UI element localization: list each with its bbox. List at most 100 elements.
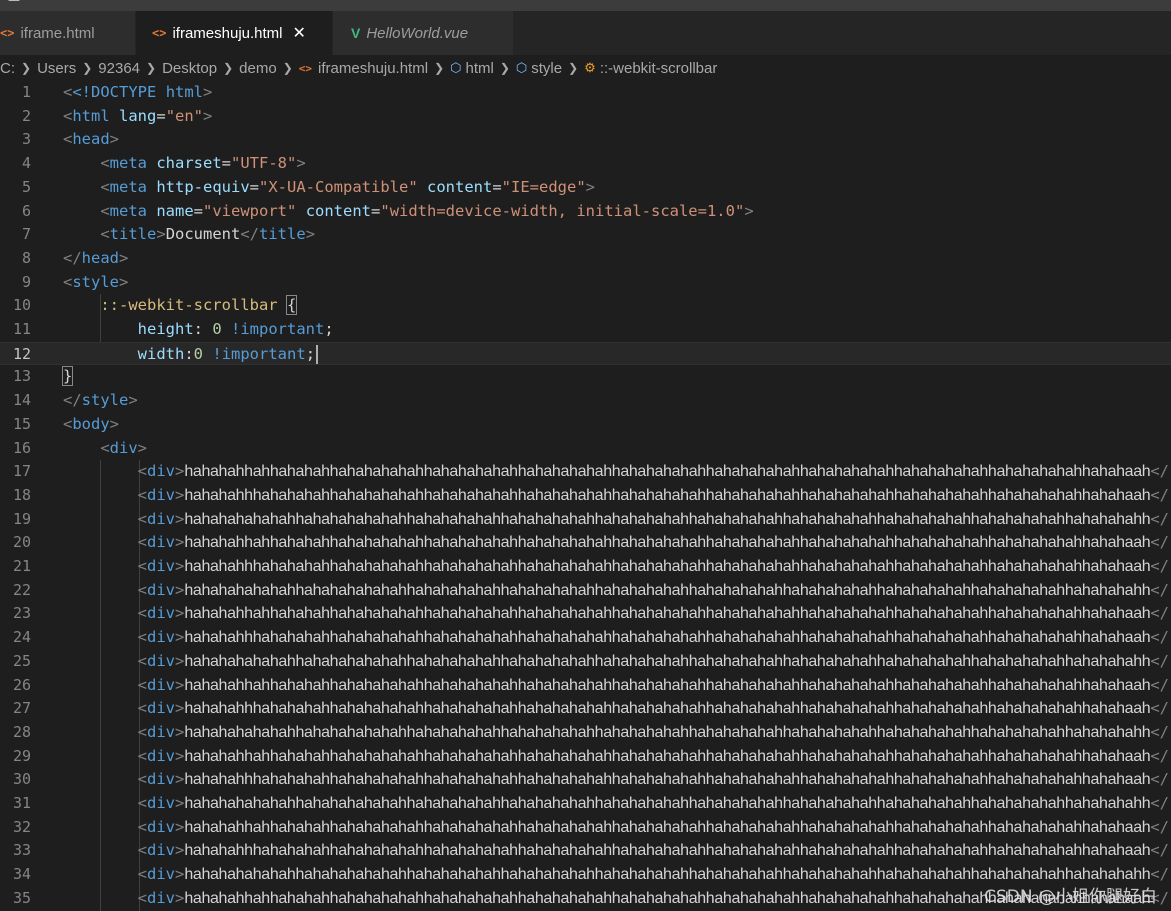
code-line: 21 <div>hahahahhhahahahahhahahahahahhaha… (0, 555, 1171, 579)
code-text: </head> (63, 248, 129, 267)
tab-label: iframe.html (20, 24, 95, 42)
code-text: <style> (63, 272, 129, 291)
code-text: <title>Document</title> (100, 225, 316, 244)
code-text: <body> (63, 414, 120, 433)
code-text: <div>hahahahhhahahahahhahahahahahhahahah… (137, 841, 1169, 860)
code-text: <div>hahahahhahhahahahhahahahahahhahahah… (137, 746, 1169, 765)
code-line: 25 <div>hahahahahahahhahahahahahahhahaha… (0, 650, 1171, 674)
code-line: 6 <meta name="viewport" content="width=d… (0, 200, 1171, 224)
breadcrumb-item[interactable]: Users (37, 60, 76, 77)
line-number: 3 (21, 130, 31, 149)
code-line: 1 <<!DOCTYPE html> (0, 81, 1171, 105)
code-line: 27 <div>hahahahhhahahahahhahahahahahhaha… (0, 697, 1171, 721)
tab-label: iframeshuju.html (172, 24, 283, 42)
chevron-right-icon: ❯ (82, 61, 93, 75)
code-text: ::-webkit-scrollbar { (100, 295, 298, 316)
line-number: 6 (21, 201, 31, 220)
line-number: 10 (12, 296, 31, 315)
text-cursor (316, 344, 319, 364)
vue-file-icon: V (351, 25, 361, 41)
code-line: 13} (0, 365, 1171, 389)
code-text: <meta charset="UTF-8"> (100, 154, 306, 173)
code-line: 8 </head> (0, 247, 1171, 271)
chevron-right-icon: ❯ (499, 61, 510, 75)
html-file-icon: <> (298, 61, 313, 75)
code-text: height: 0 !important; (137, 320, 334, 338)
title-bar: — (0, 0, 1171, 11)
code-text: <div>hahahahahahahhahahahahahahhahahahah… (137, 794, 1169, 812)
line-number: 1 (21, 83, 31, 101)
breadcrumb-item[interactable]: iframeshuju.html (318, 60, 428, 77)
cube-icon: ⬡ (515, 60, 528, 75)
breadcrumb-item[interactable]: html (465, 60, 493, 77)
symbol-icon: ⚙ (584, 60, 596, 75)
chevron-right-icon: ❯ (223, 61, 234, 75)
breadcrumb-item[interactable]: ::-webkit-scrollbar (600, 60, 718, 77)
code-text: <meta name="viewport" content="width=dev… (100, 201, 754, 220)
code-text: <head> (63, 130, 120, 149)
line-number: 28 (12, 722, 31, 741)
chevron-right-icon: ❯ (146, 61, 157, 75)
code-line: 26 <div>hahahahhahhahahahhahahahahahhaha… (0, 674, 1171, 698)
line-number: 13 (12, 367, 31, 386)
code-text: <meta http-equiv="X-UA-Compatible" conte… (100, 177, 596, 196)
line-number: 22 (12, 580, 31, 599)
line-number: 15 (12, 414, 31, 433)
code-text: <<!DOCTYPE html> (63, 83, 213, 101)
code-line: 22 <div>hahahahahahahhahahahahahahhahaha… (0, 579, 1171, 603)
code-text: </style> (63, 391, 138, 410)
code-text: <div>hahahahahahahhahahahahahahhahahahah… (137, 651, 1169, 670)
chevron-right-icon: ❯ (21, 61, 32, 75)
line-number: 33 (12, 841, 31, 860)
line-number: 2 (21, 106, 31, 125)
breadcrumb-item[interactable]: style (531, 60, 562, 77)
code-text: <div>hahahahhhahahahahhahahahahahhahahah… (137, 485, 1169, 504)
code-editor[interactable]: 1 <<!DOCTYPE html> 2 <html lang="en"> 3 <he… (0, 81, 1171, 911)
line-number: 26 (12, 675, 31, 694)
line-number: 14 (12, 391, 31, 410)
code-line: 16 <div> (0, 437, 1171, 461)
code-text: <html lang="en"> (63, 106, 213, 125)
chevron-right-icon: ❯ (282, 61, 293, 75)
tab-bar: <> iframe.html <> iframeshuju.html ✕ V H… (0, 11, 1171, 55)
code-line-current: 12 width:0 !important; (0, 341, 1171, 366)
code-line: 30 <div>hahahahhhahahahahhahahahahahhaha… (0, 768, 1171, 792)
code-text: <div>hahahahhhahahahahhahahahahahhahahah… (137, 770, 1169, 789)
tab-label: HelloWorld.vue (366, 24, 469, 42)
code-line: 10 ::-webkit-scrollbar { (0, 294, 1171, 318)
breadcrumb-item[interactable]: demo (239, 60, 277, 77)
line-number: 4 (21, 154, 31, 173)
code-text: <div>hahahahhahhahahahhahahahahahhahahah… (137, 533, 1169, 552)
code-line: 20 <div>hahahahhahhahahahhahahahahahhaha… (0, 531, 1171, 555)
code-line: 23 <div>hahahahhahhahahahhahahahahahhaha… (0, 602, 1171, 626)
code-text: <div>hahahahhhahahahahhahahahahahhahahah… (137, 628, 1169, 647)
code-line: 4 <meta charset="UTF-8"> (0, 152, 1171, 176)
tab-iframe-html[interactable]: <> iframe.html (0, 11, 135, 55)
chevron-right-icon: ❯ (434, 61, 445, 75)
code-text: <div>hahahahhahhahahahhahahahahahhahahah… (137, 462, 1169, 481)
cube-icon: ⬡ (450, 60, 462, 75)
line-number: 32 (12, 817, 31, 836)
line-number: 27 (12, 699, 31, 718)
code-text: <div>hahahahhahhahahahhahahahahahhahahah… (137, 675, 1169, 694)
breadcrumb-item[interactable]: C: (0, 60, 15, 77)
tab-iframeshuju-html[interactable]: <> iframeshuju.html ✕ (136, 11, 332, 55)
code-line: 15 <body> (0, 413, 1171, 437)
code-line: 3 <head> (0, 128, 1171, 152)
line-number: 5 (21, 177, 31, 196)
line-number: 17 (12, 462, 31, 481)
close-icon[interactable]: ✕ (293, 23, 306, 43)
line-number: 24 (12, 628, 31, 647)
breadcrumb-item[interactable]: 92364 (98, 60, 140, 77)
line-number: 20 (12, 533, 31, 552)
line-number: 21 (12, 557, 31, 575)
line-number: 29 (12, 746, 31, 765)
watermark: CSDN @小姐你腿好白 (984, 887, 1157, 907)
code-line: 5 <meta http-equiv="X-UA-Compatible" con… (0, 176, 1171, 200)
chevron-right-icon: ❯ (568, 61, 579, 75)
line-number: 19 (12, 509, 31, 528)
line-number: 18 (12, 485, 31, 504)
tab-helloworld-vue[interactable]: V HelloWorld.vue (333, 11, 513, 55)
code-line: 2 <html lang="en"> (0, 105, 1171, 129)
breadcrumb-item[interactable]: Desktop (162, 60, 217, 77)
